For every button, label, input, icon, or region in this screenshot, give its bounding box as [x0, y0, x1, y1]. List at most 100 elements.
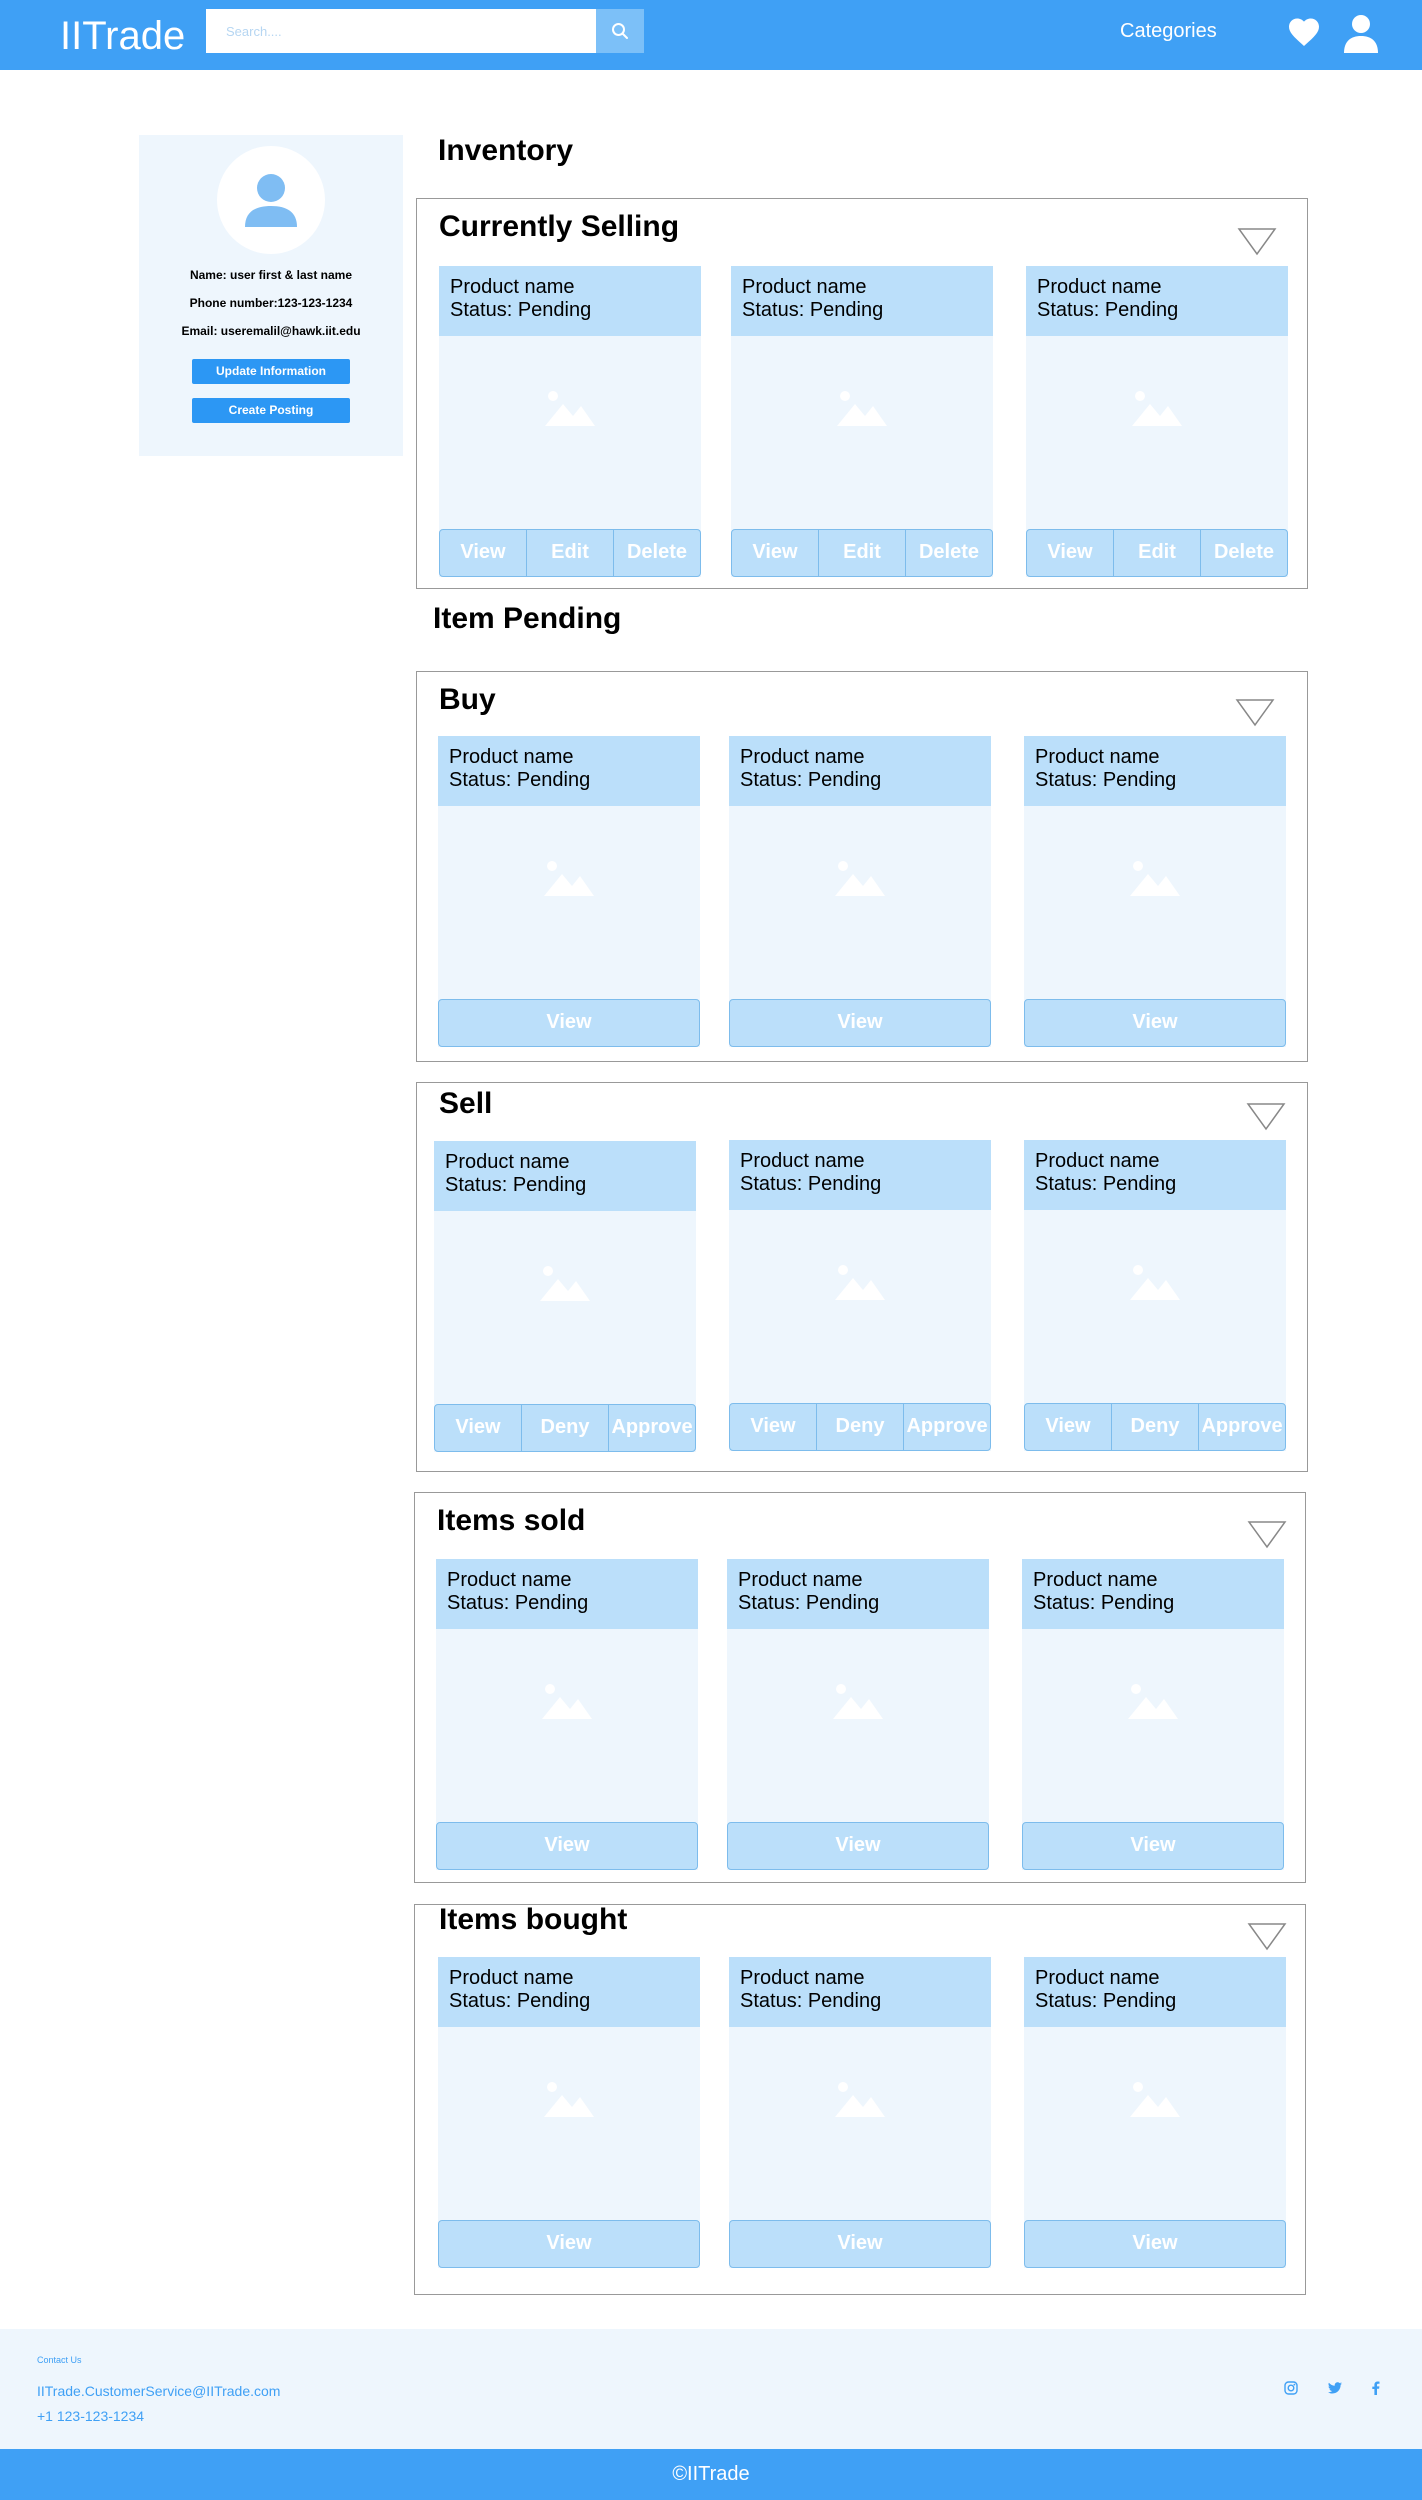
collapse-triangle-icon[interactable] — [1237, 226, 1277, 256]
product-card: Product name Status: Pending View Edit Dele… — [439, 266, 701, 577]
card-header: Product name Status: Pending — [439, 266, 701, 336]
view-button[interactable]: View — [435, 1405, 521, 1451]
product-card: Product name Status: Pending View — [436, 1559, 698, 1870]
view-button[interactable]: View — [437, 1823, 697, 1869]
card-actions: View Deny Approve — [729, 1403, 991, 1451]
product-card: Product name Status: Pending View — [1022, 1559, 1284, 1870]
product-name: Product name — [1033, 1569, 1158, 1591]
item-pending-heading: Item Pending — [433, 602, 622, 635]
product-name: Product name — [449, 1967, 574, 1989]
product-card: Product name Status: Pending View — [438, 736, 700, 1047]
product-status: Status: Pending — [1035, 1990, 1177, 2012]
card-actions: View — [729, 2220, 991, 2268]
view-button[interactable]: View — [732, 530, 818, 576]
view-button[interactable]: View — [1025, 1000, 1285, 1046]
view-button[interactable]: View — [730, 2221, 990, 2267]
delete-button[interactable]: Delete — [613, 530, 700, 576]
delete-button[interactable]: Delete — [1200, 530, 1287, 576]
deny-button[interactable]: Deny — [1111, 1404, 1198, 1450]
product-name: Product name — [450, 276, 575, 298]
product-name: Product name — [1037, 276, 1162, 298]
card-header: Product name Status: Pending — [1022, 1559, 1284, 1629]
view-button[interactable]: View — [728, 1823, 988, 1869]
approve-button[interactable]: Approve — [608, 1405, 695, 1451]
delete-button[interactable]: Delete — [905, 530, 992, 576]
image-placeholder-icon — [545, 391, 595, 426]
collapse-triangle-icon[interactable] — [1247, 1519, 1287, 1549]
update-information-button[interactable]: Update Information — [192, 359, 350, 384]
image-placeholder-icon — [1132, 391, 1182, 426]
view-button[interactable]: View — [439, 1000, 699, 1046]
image-placeholder-icon — [835, 1265, 885, 1300]
product-card: Product name Status: Pending View Deny Appr… — [434, 1141, 696, 1452]
heart-icon[interactable] — [1286, 14, 1322, 50]
panel-title-currently-selling: Currently Selling — [439, 210, 680, 243]
view-button[interactable]: View — [1025, 1404, 1111, 1450]
collapse-triangle-icon[interactable] — [1247, 1921, 1287, 1951]
product-status: Status: Pending — [1035, 1173, 1177, 1195]
user-icon[interactable] — [1342, 13, 1380, 53]
search-input[interactable] — [206, 9, 596, 53]
view-button[interactable]: View — [440, 530, 526, 576]
contact-email-link[interactable]: IITrade.CustomerService@IITrade.com — [37, 2383, 280, 2399]
categories-link[interactable]: Categories — [1120, 16, 1217, 46]
product-status: Status: Pending — [738, 1592, 880, 1614]
user-avatar-icon — [245, 174, 297, 227]
view-button[interactable]: View — [1027, 530, 1113, 576]
image-placeholder-icon — [542, 1684, 592, 1719]
site-logo[interactable]: IITrade — [60, 10, 185, 62]
card-header: Product name Status: Pending — [729, 736, 991, 806]
approve-button[interactable]: Approve — [1198, 1404, 1285, 1450]
approve-button[interactable]: Approve — [903, 1404, 990, 1450]
card-actions: View — [438, 2220, 700, 2268]
create-posting-button[interactable]: Create Posting — [192, 398, 350, 423]
search-icon — [612, 23, 628, 39]
product-card: Product name Status: Pending View Deny Appr… — [729, 1140, 991, 1451]
product-name: Product name — [740, 1150, 865, 1172]
contact-phone: +1 123-123-1234 — [37, 2408, 145, 2424]
card-header: Product name Status: Pending — [729, 1957, 991, 2027]
avatar — [217, 146, 325, 254]
product-status: Status: Pending — [445, 1174, 587, 1196]
view-button[interactable]: View — [439, 2221, 699, 2267]
collapse-triangle-icon[interactable] — [1246, 1101, 1286, 1131]
card-header: Product name Status: Pending — [434, 1141, 696, 1211]
product-card: Product name Status: Pending View — [729, 1957, 991, 2268]
product-card: Product name Status: Pending View — [1024, 1957, 1286, 2268]
view-button[interactable]: View — [1023, 1823, 1283, 1869]
view-button[interactable]: View — [1025, 2221, 1285, 2267]
view-button[interactable]: View — [730, 1404, 816, 1450]
card-header: Product name Status: Pending — [1024, 1957, 1286, 2027]
collapse-triangle-icon[interactable] — [1235, 697, 1275, 727]
search-button[interactable] — [596, 9, 644, 53]
panel-title-items-sold: Items sold — [437, 1504, 586, 1537]
image-placeholder-icon — [1130, 861, 1180, 896]
profile-name: Name: user first & last name — [189, 268, 353, 282]
facebook-icon[interactable] — [1368, 2380, 1384, 2396]
view-button[interactable]: View — [730, 1000, 990, 1046]
product-name: Product name — [740, 746, 865, 768]
card-header: Product name Status: Pending — [731, 266, 993, 336]
card-actions: View Deny Approve — [434, 1404, 696, 1452]
product-card: Product name Status: Pending View Edit Dele… — [1026, 266, 1288, 577]
product-name: Product name — [742, 276, 867, 298]
product-status: Status: Pending — [740, 769, 882, 791]
image-placeholder-icon — [1130, 1265, 1180, 1300]
twitter-icon[interactable] — [1327, 2380, 1343, 2396]
card-actions: View — [729, 999, 991, 1047]
card-header: Product name Status: Pending — [1026, 266, 1288, 336]
deny-button[interactable]: Deny — [521, 1405, 608, 1451]
panel-title-buy: Buy — [439, 683, 496, 716]
instagram-icon[interactable] — [1283, 2380, 1299, 2396]
edit-button[interactable]: Edit — [526, 530, 613, 576]
edit-button[interactable]: Edit — [1113, 530, 1200, 576]
panel-title-items-bought: Items bought — [439, 1903, 628, 1936]
image-placeholder-icon — [540, 1266, 590, 1301]
card-header: Product name Status: Pending — [436, 1559, 698, 1629]
card-header: Product name Status: Pending — [1024, 1140, 1286, 1210]
product-name: Product name — [740, 1967, 865, 1989]
card-actions: View — [727, 1822, 989, 1870]
product-status: Status: Pending — [447, 1592, 589, 1614]
edit-button[interactable]: Edit — [818, 530, 905, 576]
deny-button[interactable]: Deny — [816, 1404, 903, 1450]
